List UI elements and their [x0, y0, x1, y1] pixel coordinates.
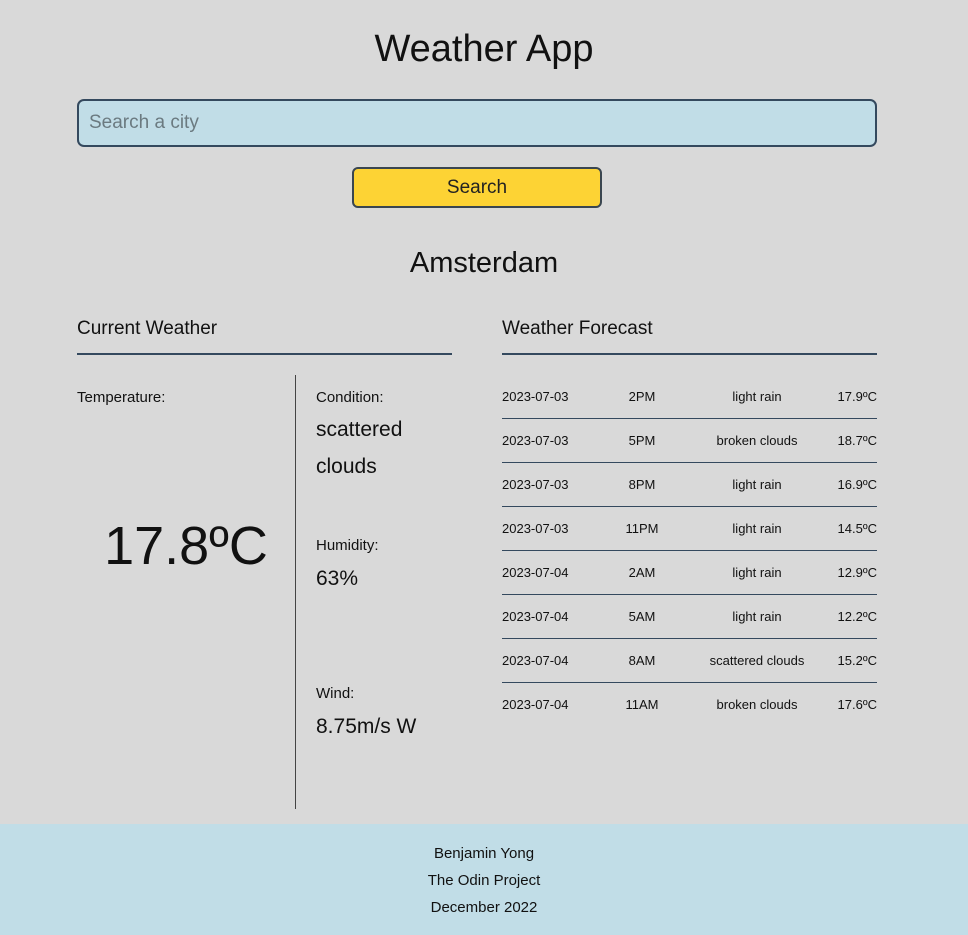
- forecast-row: 2023-07-03 11PM light rain 14.5ºC: [502, 507, 877, 551]
- temperature-value: 17.8ºC: [104, 516, 268, 576]
- forecast-time: 5AM: [628, 609, 656, 624]
- forecast-condition: light rain: [732, 477, 782, 492]
- weather-forecast-heading: Weather Forecast: [502, 318, 877, 355]
- forecast-condition: light rain: [732, 389, 782, 404]
- humidity-value: 63%: [316, 567, 359, 590]
- current-weather-heading: Current Weather: [77, 318, 452, 355]
- forecast-row: 2023-07-04 2AM light rain 12.9ºC: [502, 551, 877, 595]
- forecast-row: 2023-07-04 8AM scattered clouds 15.2ºC: [502, 639, 877, 683]
- forecast-date: 2023-07-03: [502, 389, 569, 404]
- forecast-date: 2023-07-03: [502, 521, 569, 536]
- forecast-time: 8PM: [628, 477, 656, 492]
- forecast-condition: broken clouds: [716, 433, 798, 448]
- forecast-list: 2023-07-03 2PM light rain 17.9ºC 2023-07…: [502, 375, 877, 727]
- wind-label: Wind:: [316, 685, 355, 702]
- forecast-row: 2023-07-04 11AM broken clouds 17.6ºC: [502, 683, 877, 727]
- forecast-row: 2023-07-03 5PM broken clouds 18.7ºC: [502, 419, 877, 463]
- forecast-condition: light rain: [732, 565, 782, 580]
- forecast-temp: 18.7ºC: [837, 433, 877, 448]
- forecast-row: 2023-07-03 8PM light rain 16.9ºC: [502, 463, 877, 507]
- current-weather-divider: [295, 375, 296, 809]
- forecast-row: 2023-07-04 5AM light rain 12.2ºC: [502, 595, 877, 639]
- humidity-label: Humidity:: [316, 537, 379, 554]
- forecast-time: 11PM: [625, 521, 659, 536]
- forecast-date: 2023-07-03: [502, 433, 569, 448]
- search-button[interactable]: Search: [352, 167, 602, 208]
- condition-value: scattered clouds: [316, 418, 403, 478]
- forecast-temp: 12.9ºC: [837, 565, 877, 580]
- forecast-date: 2023-07-04: [502, 653, 569, 668]
- forecast-temp: 14.5ºC: [837, 521, 877, 536]
- footer: Benjamin Yong The Odin Project December …: [0, 824, 968, 935]
- forecast-time: 2AM: [628, 565, 656, 580]
- forecast-time: 8AM: [628, 653, 656, 668]
- app-title: Weather App: [374, 28, 594, 70]
- forecast-row: 2023-07-03 2PM light rain 17.9ºC: [502, 375, 877, 419]
- forecast-temp: 17.6ºC: [837, 697, 877, 712]
- forecast-condition: light rain: [732, 609, 782, 624]
- forecast-condition: broken clouds: [716, 697, 798, 712]
- footer-author: Benjamin Yong: [433, 845, 535, 862]
- forecast-time: 2PM: [628, 389, 656, 404]
- temperature-label: Temperature:: [77, 389, 166, 406]
- forecast-date: 2023-07-04: [502, 609, 569, 624]
- forecast-date: 2023-07-03: [502, 477, 569, 492]
- footer-date: December 2022: [430, 899, 538, 916]
- forecast-temp: 17.9ºC: [837, 389, 877, 404]
- condition-label: Condition:: [316, 389, 384, 406]
- forecast-condition: scattered clouds: [709, 653, 805, 668]
- forecast-time: 11AM: [625, 697, 659, 712]
- forecast-temp: 15.2ºC: [837, 653, 877, 668]
- forecast-date: 2023-07-04: [502, 697, 569, 712]
- search-input[interactable]: [77, 99, 877, 147]
- city-name: Amsterdam: [409, 247, 559, 279]
- forecast-date: 2023-07-04: [502, 565, 569, 580]
- forecast-temp: 12.2ºC: [837, 609, 877, 624]
- forecast-temp: 16.9ºC: [837, 477, 877, 492]
- footer-project: The Odin Project: [427, 872, 541, 889]
- wind-value: 8.75m/s W: [316, 715, 417, 738]
- forecast-time: 5PM: [628, 433, 656, 448]
- forecast-condition: light rain: [732, 521, 782, 536]
